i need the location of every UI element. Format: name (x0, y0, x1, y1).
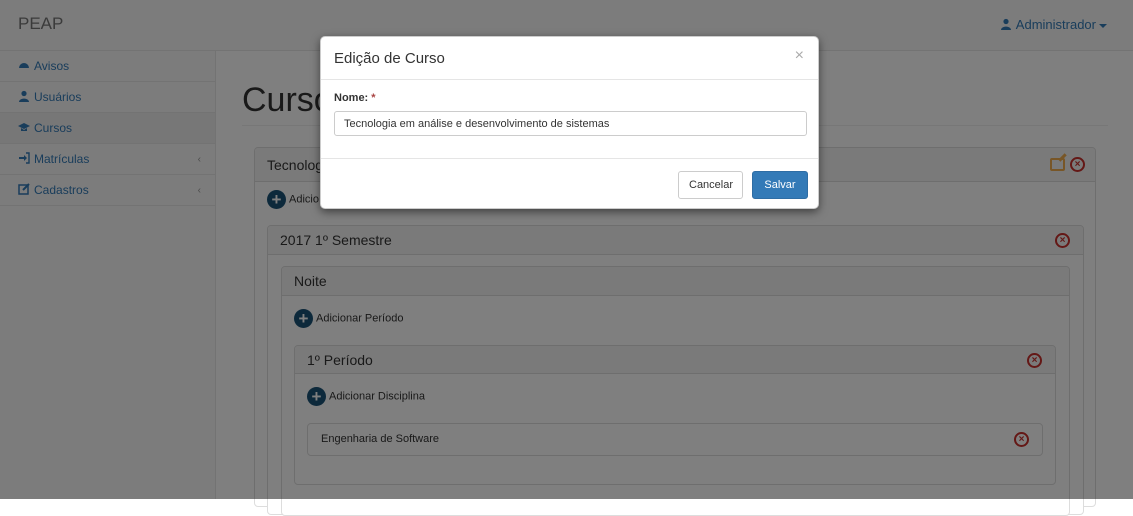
edit-course-modal: Edição de Curso × Nome: * Cancelar Salva… (320, 36, 819, 209)
modal-title: Edição de Curso (334, 50, 445, 67)
name-label-text: Nome: (334, 92, 369, 104)
modal-body: Nome: * (321, 80, 818, 159)
name-field-label: Nome: * (334, 92, 376, 104)
close-icon[interactable]: × (795, 47, 804, 65)
save-button[interactable]: Salvar (752, 171, 808, 199)
cancel-button[interactable]: Cancelar (678, 171, 743, 199)
modal-header: Edição de Curso × (321, 37, 818, 80)
required-asterisk: * (371, 92, 376, 104)
course-name-input[interactable] (334, 111, 807, 136)
